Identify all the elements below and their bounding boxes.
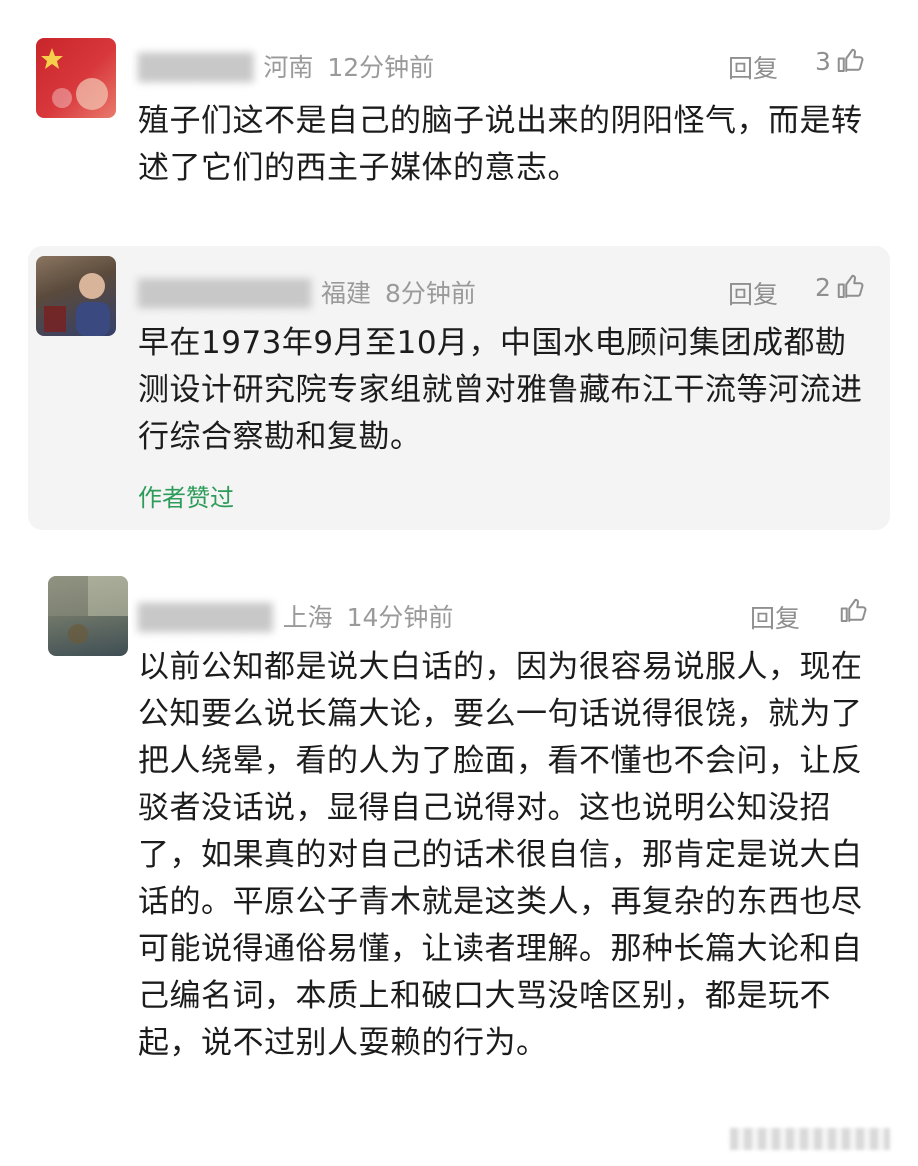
comment-text: 早在1973年9月至10月，中国水电顾问集团成都勘测设计研究院专家组就曾对雅鲁藏… [138,325,863,455]
comment-meta: █████████ 福建 8分钟前 [138,274,476,310]
like-button[interactable]: 2 [815,272,865,302]
reply-button[interactable]: 回复 [728,275,778,311]
avatar[interactable] [36,256,116,336]
location: 上海 [282,603,333,632]
watermark [730,1128,890,1150]
like-button[interactable]: 3 [815,46,865,76]
thumbs-up-icon [840,598,867,622]
author-liked-badge: 作者赞过 [138,484,234,512]
username[interactable]: █████████ [138,279,311,308]
avatar[interactable] [48,576,128,656]
photo-avatar-icon [48,576,128,644]
comment-meta: ███████ 上海 14分钟前 [138,598,453,634]
timestamp: 8分钟前 [385,279,476,308]
comment-meta: ██████ 河南 12分钟前 [138,48,434,84]
username[interactable]: ███████ [138,603,273,632]
like-count: 3 [815,46,831,76]
thumbs-up-icon [837,48,864,72]
comment-text: 殖子们这不是自己的脑子说出来的阴阳怪气，而是转述了它们的西主子媒体的意志。 [138,103,863,186]
flag-avatar-icon [41,48,108,110]
like-button[interactable] [838,596,868,626]
username[interactable]: ██████ [138,53,253,82]
location: 河南 [263,53,314,82]
timestamp: 14分钟前 [346,603,454,632]
reply-button[interactable]: 回复 [750,599,800,635]
reply-button[interactable]: 回复 [728,49,778,85]
comment-text: 以前公知都是说大白话的，因为很容易说服人，现在公知要么说长篇大论，要么一句话说得… [138,649,863,1061]
location: 福建 [321,279,372,308]
person-avatar-icon [44,273,110,336]
avatar[interactable] [36,38,116,118]
timestamp: 12分钟前 [327,53,435,82]
thumbs-up-icon [837,274,864,298]
like-count: 2 [815,272,831,302]
